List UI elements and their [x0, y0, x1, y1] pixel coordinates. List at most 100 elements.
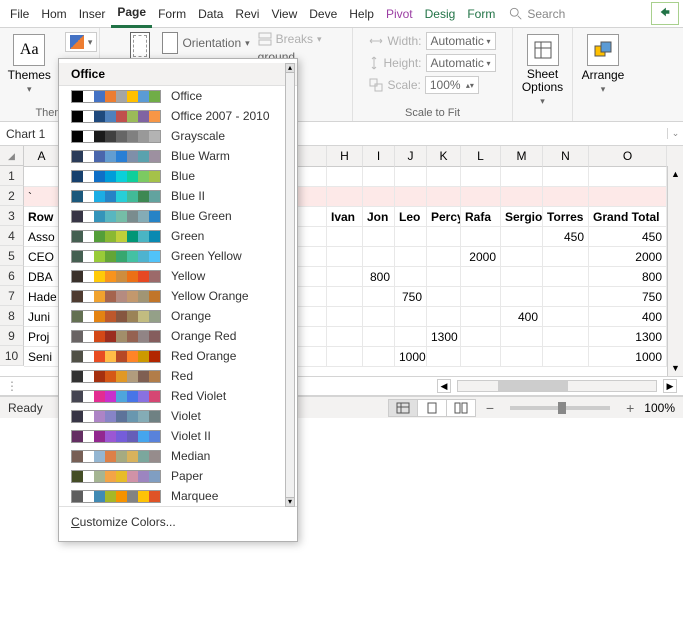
cell[interactable]: DBA [24, 267, 60, 286]
scale-height-select[interactable]: Automatic▾ [426, 54, 496, 72]
cell[interactable] [395, 327, 427, 346]
cell[interactable]: 1000 [589, 347, 667, 366]
cell[interactable]: 750 [589, 287, 667, 306]
row-header-8[interactable]: 8 [0, 306, 24, 326]
arrange-button[interactable]: Arrange ▾ [576, 32, 631, 97]
formula-expand-button[interactable]: ⌄ [667, 128, 683, 139]
cell[interactable]: 1000 [395, 347, 427, 366]
cell[interactable]: Proj [24, 327, 60, 346]
tab-review[interactable]: Revi [229, 1, 265, 27]
horizontal-scrollbar[interactable] [457, 380, 657, 392]
scroll-down-button[interactable]: ▼ [668, 360, 683, 376]
color-scheme-option[interactable]: Orange [59, 306, 297, 326]
pivot-col-header[interactable]: Sergio [501, 207, 543, 226]
tab-formulas[interactable]: Form [152, 1, 192, 27]
hscroll-right-button[interactable]: ▶ [663, 379, 677, 393]
cell[interactable]: 2000 [461, 247, 501, 266]
cell[interactable] [461, 227, 501, 246]
cell[interactable]: CEO [24, 247, 60, 266]
cell[interactable] [363, 287, 395, 306]
cell[interactable] [327, 227, 363, 246]
cell[interactable] [501, 227, 543, 246]
cell[interactable]: 1300 [589, 327, 667, 346]
pivot-row-label[interactable]: Row [24, 207, 60, 226]
view-normal-button[interactable] [388, 399, 418, 417]
col-header-I[interactable]: I [363, 146, 395, 167]
select-all-cell[interactable]: ◢ [0, 146, 24, 166]
cell[interactable] [395, 307, 427, 326]
cell[interactable]: 2000 [589, 247, 667, 266]
pivot-col-header[interactable]: Percy [427, 207, 461, 226]
col-header-L[interactable]: L [461, 146, 501, 167]
zoom-in-button[interactable]: + [626, 400, 634, 416]
cell[interactable] [461, 327, 501, 346]
view-page-break-button[interactable] [446, 399, 476, 417]
cell[interactable] [395, 267, 427, 286]
cell[interactable] [461, 187, 501, 206]
color-scheme-option[interactable]: Orange Red [59, 326, 297, 346]
cell[interactable] [327, 187, 363, 206]
cell[interactable] [461, 167, 501, 186]
cell[interactable] [461, 267, 501, 286]
cell[interactable] [427, 227, 461, 246]
cell[interactable]: ` [24, 187, 60, 206]
color-scheme-option[interactable]: Green Yellow [59, 246, 297, 266]
cell[interactable] [543, 167, 589, 186]
row-header-3[interactable]: 3 [0, 206, 24, 226]
cell[interactable] [395, 187, 427, 206]
col-header-H[interactable]: H [327, 146, 363, 167]
pivot-col-header[interactable]: Rafa [461, 207, 501, 226]
tab-home[interactable]: Hom [35, 1, 72, 27]
sheet-options-button[interactable]: Sheet Options ▾ [516, 32, 569, 109]
cell[interactable] [395, 247, 427, 266]
cell[interactable] [543, 267, 589, 286]
cell[interactable] [427, 187, 461, 206]
view-page-layout-button[interactable] [417, 399, 447, 417]
cell[interactable] [461, 347, 501, 366]
tab-page-layout[interactable]: Page [111, 0, 152, 28]
cell[interactable] [363, 307, 395, 326]
hscroll-left-button[interactable]: ◀ [437, 379, 451, 393]
tab-insert[interactable]: Inser [73, 1, 112, 27]
cell[interactable] [501, 167, 543, 186]
cell[interactable] [589, 187, 667, 206]
col-header-N[interactable]: N [543, 146, 589, 167]
scale-width-select[interactable]: Automatic▾ [426, 32, 496, 50]
zoom-out-button[interactable]: − [486, 400, 494, 416]
orientation-button[interactable]: Orientation▾ [162, 32, 249, 54]
vertical-scrollbar[interactable]: ▲ ▼ [667, 166, 683, 376]
pivot-col-header[interactable]: Torres [543, 207, 589, 226]
row-header-2[interactable]: 2 [0, 186, 24, 206]
cell[interactable] [427, 267, 461, 286]
cell[interactable] [363, 167, 395, 186]
cell[interactable]: Juni [24, 307, 60, 326]
tab-design[interactable]: Desig [419, 1, 462, 27]
color-scheme-option[interactable]: Red Orange [59, 346, 297, 366]
cell[interactable] [427, 247, 461, 266]
color-scheme-option[interactable]: Office 2007 - 2010 [59, 106, 297, 126]
cell[interactable] [427, 347, 461, 366]
cell[interactable] [501, 327, 543, 346]
popup-scroll-down[interactable]: ▾ [285, 497, 295, 507]
cell[interactable] [461, 307, 501, 326]
tab-data[interactable]: Data [192, 1, 229, 27]
cell[interactable] [543, 287, 589, 306]
row-header-5[interactable]: 5 [0, 246, 24, 266]
cell[interactable]: Hade [24, 287, 60, 306]
color-scheme-option[interactable]: Violet II [59, 426, 297, 446]
cell[interactable] [589, 167, 667, 186]
pivot-col-header[interactable]: Jon [363, 207, 395, 226]
cell[interactable] [395, 227, 427, 246]
col-header-M[interactable]: M [501, 146, 543, 167]
cell[interactable] [327, 327, 363, 346]
cell[interactable] [363, 227, 395, 246]
cell[interactable] [363, 327, 395, 346]
cell[interactable] [327, 287, 363, 306]
zoom-slider[interactable] [510, 406, 610, 410]
color-scheme-option[interactable]: Paper [59, 466, 297, 486]
color-scheme-option[interactable]: Yellow [59, 266, 297, 286]
search-button[interactable]: Search [509, 7, 565, 21]
cell[interactable] [363, 187, 395, 206]
col-header-O[interactable]: O [589, 146, 667, 167]
customize-colors-button[interactable]: Customize Colors... [59, 506, 297, 537]
